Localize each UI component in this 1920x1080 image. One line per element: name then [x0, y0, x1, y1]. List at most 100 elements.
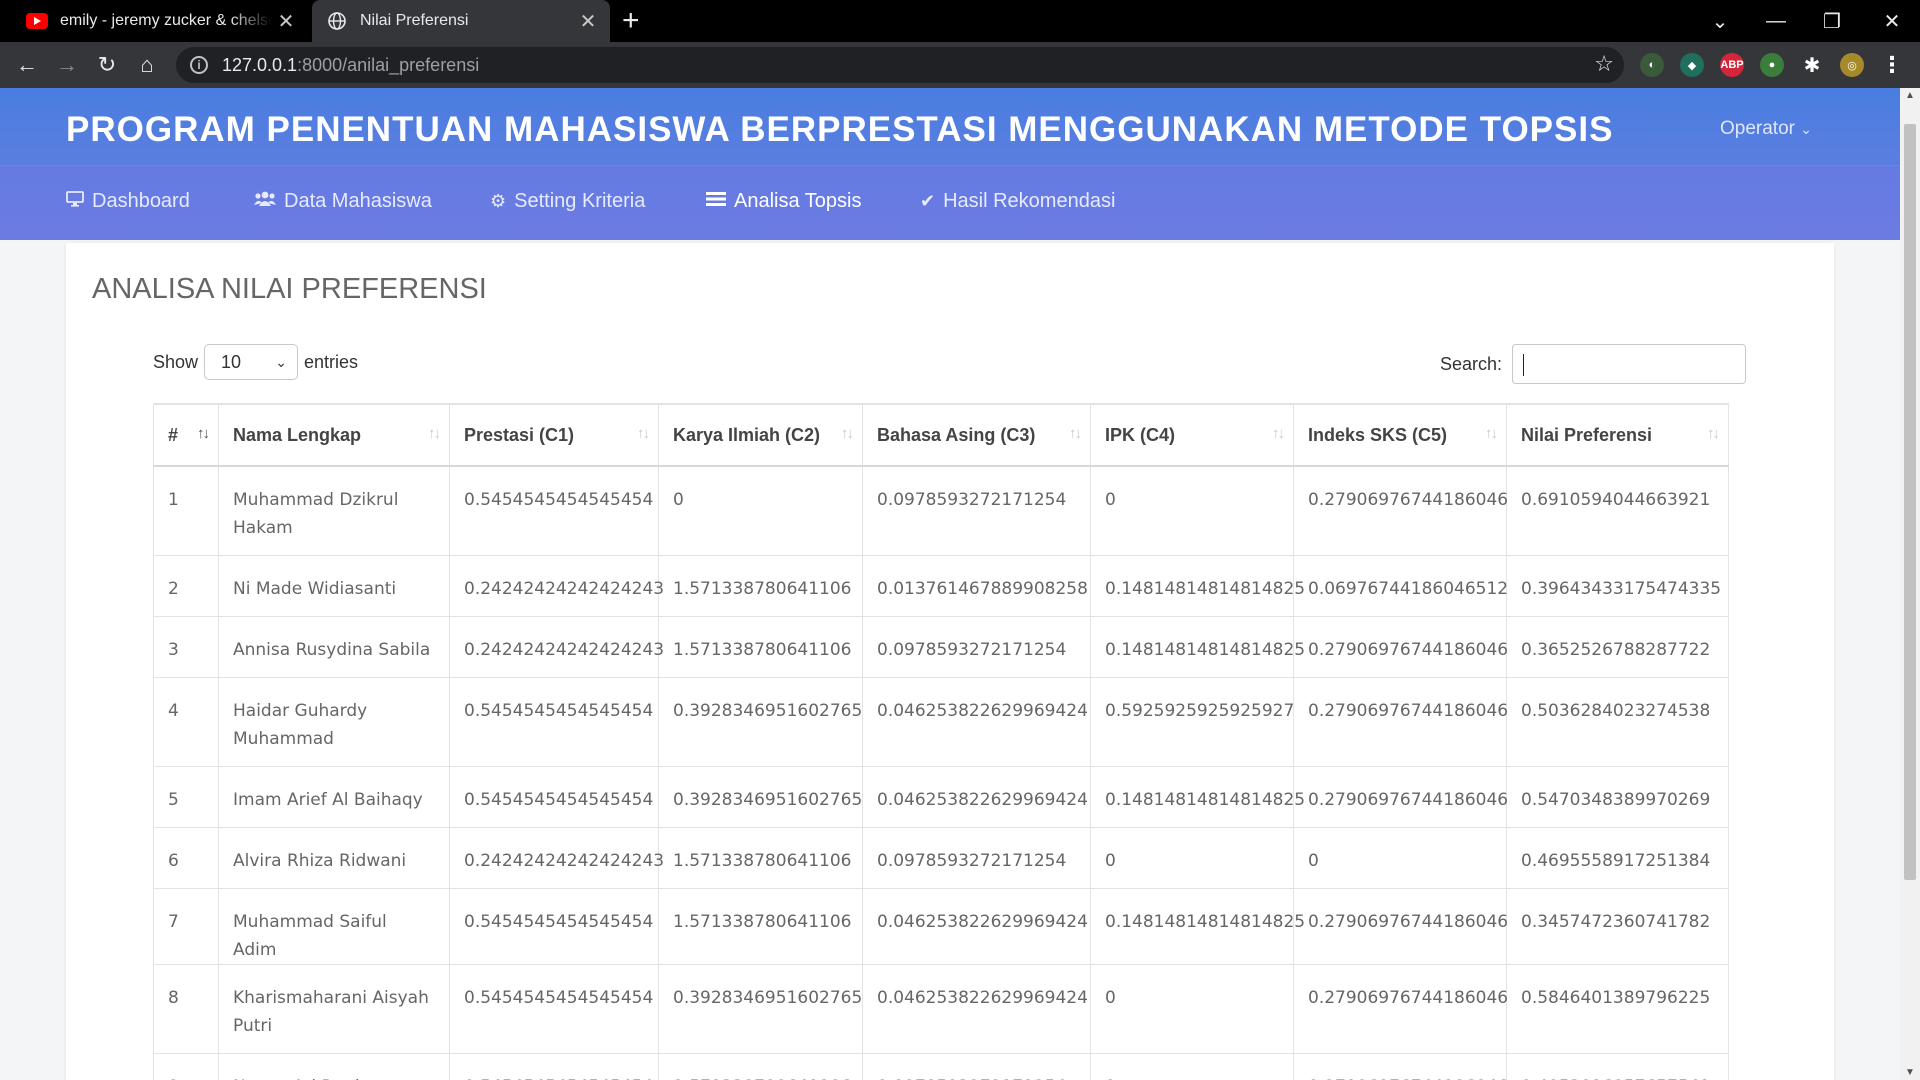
table-cell: 0.6910594044663921: [1506, 465, 1729, 556]
scroll-down-icon[interactable]: ▼: [1900, 1067, 1920, 1078]
back-icon[interactable]: ←: [10, 49, 44, 81]
search-input[interactable]: [1512, 344, 1746, 384]
column-header[interactable]: Bahasa Asing (C3) ↑↓: [862, 403, 1091, 467]
check-icon: ✔: [920, 191, 936, 211]
table-cell: 0.0978593272171254: [862, 615, 1091, 678]
nav-setting-kriteria[interactable]: ⚙ Setting Kriteria: [490, 190, 645, 213]
column-header[interactable]: Nama Lengkap ↑↓: [218, 403, 450, 467]
table-cell: 0: [1090, 1052, 1294, 1080]
table-row: 2 Ni Made Widiasanti 0.24242424242424243 1.…: [153, 554, 1729, 617]
table-cell: 4: [153, 676, 219, 767]
table-cell: 0.4695558917251384: [1506, 826, 1729, 889]
close-icon[interactable]: ✕: [574, 9, 602, 34]
new-tab-button[interactable]: +: [622, 4, 640, 38]
extension-gem-icon[interactable]: ◆: [1680, 53, 1704, 77]
browser-tab-active[interactable]: Nilai Preferensi ✕: [312, 0, 610, 42]
table-cell: Annisa Rusydina Sabila: [218, 615, 450, 678]
table-cell: 0.0978593272171254: [862, 1052, 1091, 1080]
adblock-icon[interactable]: ABP: [1720, 53, 1744, 77]
scrollbar-thumb[interactable]: [1904, 124, 1916, 880]
table-cell: 1.571338780641106: [658, 826, 863, 889]
window-close-button[interactable]: ✕: [1864, 0, 1920, 42]
restore-button[interactable]: ❐: [1804, 0, 1860, 42]
table-row: 8 Kharismaharani Aisyah Putri 0.5454545454…: [153, 963, 1729, 1054]
table-cell: Muhammad Dzikrul Hakam: [218, 465, 450, 556]
content-card: ANALISA NILAI PREFERENSI Show 10 ⌄ entri…: [66, 243, 1834, 1080]
user-menu[interactable]: Operator ⌄: [1720, 118, 1812, 140]
extensions-puzzle-icon[interactable]: ✱: [1800, 53, 1824, 77]
scroll-up-icon[interactable]: ▲: [1900, 90, 1920, 101]
table-cell: 0.14814814814814825: [1090, 887, 1305, 965]
preferensi-table: # ↑↓ Nama Lengkap ↑↓ Prestasi (C1) ↑↓ Karya…: [153, 403, 1729, 1080]
app-header: PROGRAM PENENTUAN MAHASISWA BERPRESTASI …: [0, 88, 1900, 240]
table-row: 4 Haidar Guhardy Muhammad 0.54545454545454…: [153, 676, 1729, 767]
column-header[interactable]: Indeks SKS (C5) ↑↓: [1293, 403, 1507, 467]
extension-leaf-icon[interactable]: ●: [1760, 53, 1784, 77]
column-header[interactable]: Karya Ilmiah (C2) ↑↓: [658, 403, 863, 467]
table-cell: 0.3457472360741782: [1506, 887, 1729, 965]
globe-icon: [326, 12, 348, 30]
home-icon[interactable]: ⌂: [130, 49, 164, 81]
nav-hasil-rekomendasi[interactable]: ✔ Hasil Rekomendasi: [920, 190, 1115, 213]
address-bar[interactable]: i 127.0.0.1:8000/anilai_preferensi ☆: [176, 47, 1624, 83]
table-row: 6 Alvira Rhiza Ridwani 0.24242424242424243…: [153, 826, 1729, 889]
page-viewport: PROGRAM PENENTUAN MAHASISWA BERPRESTASI …: [0, 88, 1920, 1080]
table-search: Search:: [1440, 344, 1746, 384]
browser-tab-youtube[interactable]: emily - jeremy zucker & chelsea cutler ✕: [12, 0, 308, 42]
table-cell: 0.24242424242424243: [449, 554, 664, 617]
column-header[interactable]: IPK (C4) ↑↓: [1090, 403, 1294, 467]
page-scrollbar[interactable]: ▲ ▼: [1900, 88, 1920, 1080]
table-cell: 0.0978593272171254: [862, 826, 1091, 889]
reload-icon[interactable]: ↻: [90, 49, 124, 81]
extension-shield-icon[interactable]: ◐: [1640, 53, 1664, 77]
sort-icon: ↑↓: [1069, 425, 1082, 442]
table-cell: 0.5925925925925927: [1090, 676, 1294, 767]
table-header-row: # ↑↓ Nama Lengkap ↑↓ Prestasi (C1) ↑↓ Karya…: [153, 403, 1729, 467]
table-cell: 0: [1090, 465, 1294, 556]
table-cell: Alvira Rhiza Ridwani: [218, 826, 450, 889]
table-cell: Muhammad Saiful Adim: [218, 887, 450, 965]
menu-kebab-icon[interactable]: ⋮: [1880, 52, 1904, 77]
column-header[interactable]: # ↑↓: [153, 403, 219, 467]
table-cell: 0.24242424242424243: [449, 615, 664, 678]
column-header[interactable]: Prestasi (C1) ↑↓: [449, 403, 659, 467]
table-cell: 8: [153, 963, 219, 1054]
forward-icon[interactable]: →: [50, 49, 84, 81]
column-header[interactable]: Nilai Preferensi ↑↓: [1506, 403, 1729, 467]
table-cell: 1.571338780641106: [658, 1052, 863, 1080]
table-cell: 0.046253822629969424: [862, 887, 1091, 965]
table-cell: Novan Ari Pradana: [218, 1052, 450, 1080]
bookmark-star-icon[interactable]: ☆: [1594, 51, 1614, 77]
table-cell: Ni Made Widiasanti: [218, 554, 450, 617]
list-icon: [706, 191, 726, 212]
table-cell: 1.571338780641106: [658, 554, 863, 617]
users-icon: [254, 191, 276, 212]
tab-title: emily - jeremy zucker & chelsea cutler: [60, 12, 272, 29]
sort-icon: ↑↓: [1707, 425, 1720, 442]
chevron-down-icon: ⌄: [275, 353, 288, 370]
table-cell: 0.27906976744186046: [1293, 765, 1508, 828]
table-cell: 3: [153, 615, 219, 678]
sort-icon: ↑↓: [841, 425, 854, 442]
info-icon[interactable]: i: [190, 56, 208, 74]
app-brand[interactable]: PROGRAM PENENTUAN MAHASISWA BERPRESTASI …: [66, 110, 1613, 150]
tab-search-icon[interactable]: ⌄: [1692, 0, 1748, 42]
nav-data-mahasiswa[interactable]: Data Mahasiswa: [254, 190, 432, 213]
url-text: 127.0.0.1:8000/anilai_preferensi: [222, 54, 480, 75]
close-icon[interactable]: ✕: [272, 9, 300, 34]
profile-avatar[interactable]: ◎: [1840, 53, 1864, 77]
table-cell: 7: [153, 887, 219, 965]
table-row: 5 Imam Arief Al Baihaqy 0.5454545454545454…: [153, 765, 1729, 828]
nav-analisa-topsis[interactable]: Analisa Topsis: [706, 190, 861, 213]
minimize-button[interactable]: —: [1748, 0, 1804, 42]
table-cell: 0.3928346951602765: [658, 676, 863, 767]
table-cell: Imam Arief Al Baihaqy: [218, 765, 450, 828]
table-cell: 0: [1293, 826, 1507, 889]
tab-title: Nilai Preferensi: [360, 12, 469, 29]
table-cell: 0.27906976744186046: [1293, 963, 1508, 1054]
nav-dashboard[interactable]: Dashboard: [66, 190, 190, 213]
table-cell: 1.571338780641106: [658, 887, 863, 965]
table-cell: 0.5454545454545454: [449, 963, 659, 1054]
table-cell: 0.3652526788287722: [1506, 615, 1729, 678]
entries-select[interactable]: 10 ⌄: [204, 344, 299, 380]
